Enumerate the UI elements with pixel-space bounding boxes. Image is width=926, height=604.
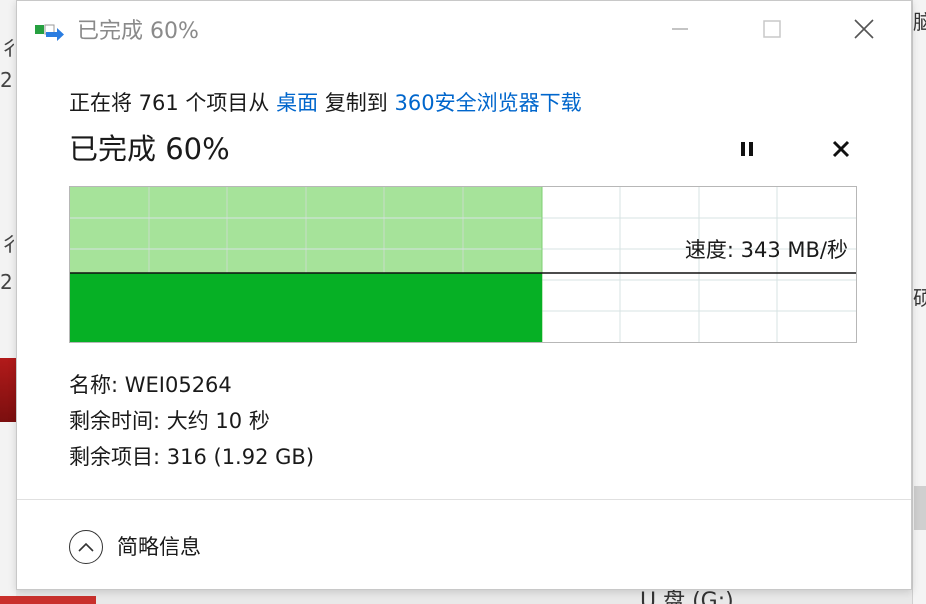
copy-middle: 复制到 — [324, 91, 388, 115]
fewer-details-button[interactable]: 简略信息 — [69, 527, 201, 567]
close-button[interactable] — [841, 11, 887, 51]
time-remaining: 剩余时间: 大约 10 秒 — [69, 409, 270, 433]
background-window-right: 脑 硕 — [912, 0, 926, 604]
maximize-icon — [762, 19, 782, 43]
close-icon — [853, 18, 875, 44]
window-title: 已完成 60% — [77, 19, 199, 44]
background-scrollbar — [914, 486, 926, 530]
copy-description: 正在将 761 个项目从 桌面 复制到 360安全浏览器下载 — [69, 87, 582, 119]
chevron-up-icon — [69, 530, 103, 564]
source-link[interactable]: 桌面 — [276, 91, 318, 115]
minimize-icon — [670, 19, 690, 43]
throughput-fill — [70, 273, 542, 342]
copy-prefix: 正在将 761 个项目从 — [69, 91, 270, 115]
background-text: 彳 — [0, 36, 14, 60]
file-copy-icon — [35, 23, 65, 43]
fewer-details-label: 简略信息 — [117, 535, 201, 559]
cancel-icon — [832, 140, 850, 162]
items-remaining: 剩余项目: 316 (1.92 GB) — [69, 445, 315, 469]
background-taskbar-item — [0, 596, 96, 604]
pause-icon — [738, 140, 756, 162]
cancel-button[interactable] — [821, 133, 861, 169]
title-bar[interactable]: 已完成 60% — [17, 1, 911, 63]
background-text: 2 — [0, 68, 13, 92]
progress-heading: 已完成 60% — [69, 132, 230, 166]
transfer-details: 名称: WEI05264 剩余时间: 大约 10 秒 剩余项目: 316 (1.… — [69, 367, 314, 475]
background-image — [0, 358, 16, 422]
transfer-speed-graph: 速度: 343 MB/秒 — [69, 186, 857, 343]
speed-label: 速度: 343 MB/秒 — [684, 238, 848, 262]
background-drive-label: U 盘 (G:) — [640, 590, 734, 604]
maximize-button[interactable] — [749, 11, 795, 51]
pause-button[interactable] — [727, 133, 767, 169]
background-text: 彳 — [0, 232, 14, 256]
background-window-left: 彳 2 彳 2 — [0, 0, 16, 604]
file-name: 名称: WEI05264 — [69, 373, 232, 397]
footer-divider — [17, 499, 911, 500]
background-text: 脑 — [913, 10, 926, 34]
minimize-button[interactable] — [657, 11, 703, 51]
background-text: 2 — [0, 270, 13, 294]
background-text: 硕 — [913, 286, 926, 310]
file-copy-dialog: 已完成 60% 正在将 761 个项目从 桌面 复制到 360安全浏览器下载 已… — [16, 0, 912, 590]
destination-link[interactable]: 360安全浏览器下载 — [395, 91, 582, 115]
